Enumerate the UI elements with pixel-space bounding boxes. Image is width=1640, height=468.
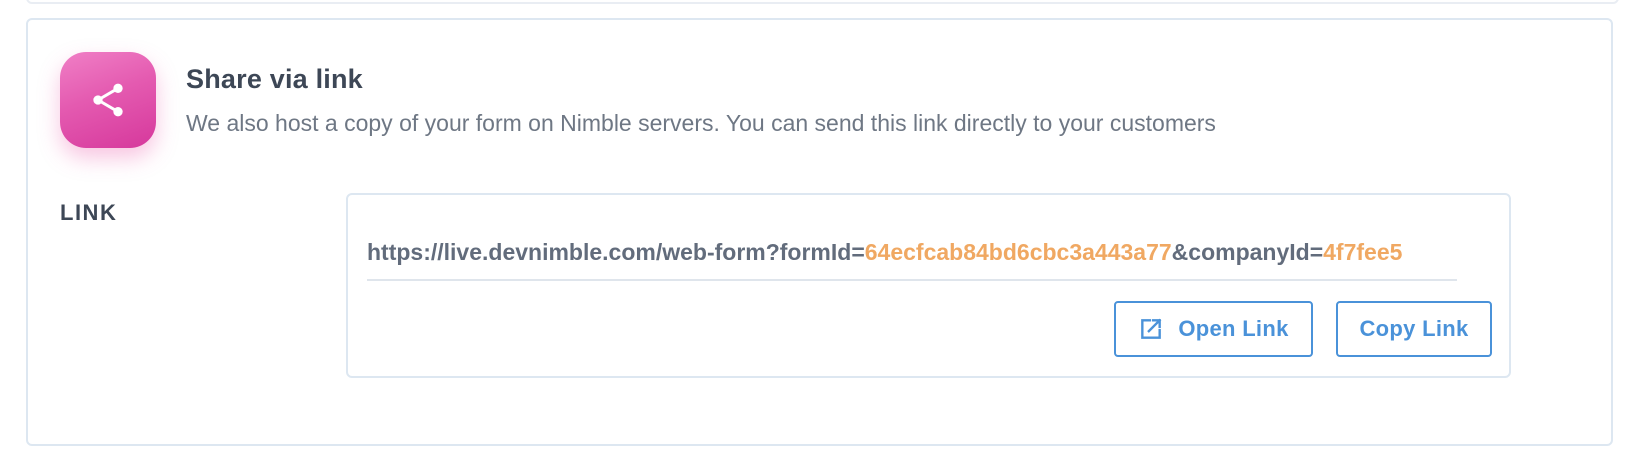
link-url-field[interactable]: https://live.devnimble.com/web-form?form… xyxy=(367,235,1457,281)
section-description: We also host a copy of your form on Nimb… xyxy=(186,110,1216,136)
url-form-id: 64ecfcab84bd6cbc3a443a77 xyxy=(864,239,1172,265)
link-label: LINK xyxy=(60,200,118,225)
section-title: Share via link xyxy=(186,64,363,94)
share-via-link-card: Share via link We also host a copy of yo… xyxy=(26,18,1613,446)
share-icon xyxy=(93,83,123,117)
previous-card-edge xyxy=(26,0,1619,4)
copy-link-button[interactable]: Copy Link xyxy=(1336,301,1492,357)
open-link-button[interactable]: Open Link xyxy=(1114,301,1313,357)
url-base: https://live.devnimble.com/web-form?form… xyxy=(367,239,865,265)
external-link-icon xyxy=(1138,316,1164,342)
url-company-id: 4f7fee5 xyxy=(1323,239,1403,265)
url-company-key: &companyId= xyxy=(1171,239,1324,265)
open-link-label: Open Link xyxy=(1178,316,1289,341)
share-icon-tile xyxy=(60,52,156,148)
link-panel: https://live.devnimble.com/web-form?form… xyxy=(346,193,1511,378)
copy-link-label: Copy Link xyxy=(1359,316,1469,341)
